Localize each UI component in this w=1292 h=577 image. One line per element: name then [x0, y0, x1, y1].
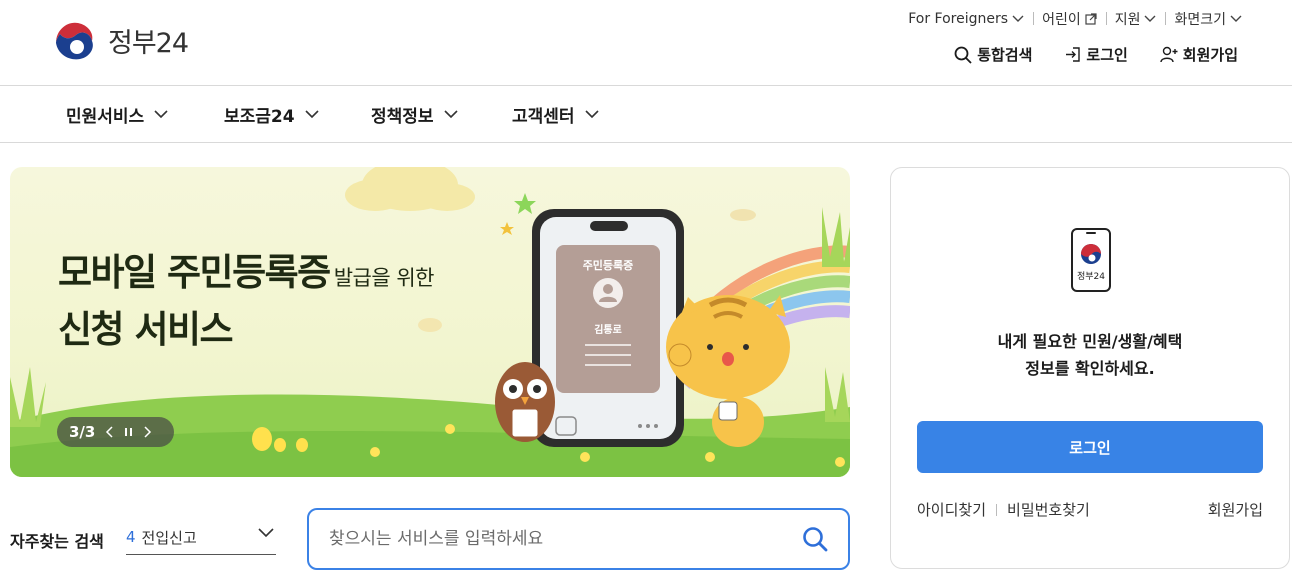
search-icon — [954, 46, 972, 64]
frequent-search-value: 전입신고 — [141, 528, 197, 547]
find-id-link[interactable]: 아이디찾기 — [917, 499, 986, 520]
frequent-search-rank: 4 — [126, 528, 136, 546]
taegeuk-logo-icon — [56, 22, 93, 60]
chevron-down-icon — [1012, 15, 1024, 22]
search-section: 자주찾는 검색 4 전입신고 — [10, 508, 850, 570]
login-link[interactable]: 로그인 — [1064, 44, 1128, 65]
banner-title-main: 모바일 주민등록증 — [58, 251, 331, 294]
card-title: 주민등록증 — [582, 259, 634, 272]
chevron-down-icon — [443, 110, 458, 119]
card-name: 김통로 — [594, 325, 622, 336]
banner-title-line2: 신청 서비스 — [58, 308, 234, 351]
header-actions: 통합검색 로그인 회원가입 — [954, 44, 1238, 65]
nav-item-civil-service[interactable]: 민원서비스 — [66, 102, 168, 127]
search-submit-button[interactable] — [802, 526, 828, 556]
login-button[interactable]: 로그인 — [917, 421, 1263, 473]
account-links: 아이디찾기 비밀번호찾기 회원가입 — [917, 499, 1263, 520]
user-plus-icon — [1160, 46, 1178, 63]
for-foreigners-menu[interactable]: For Foreigners — [899, 11, 1033, 27]
chevron-down-icon — [305, 110, 319, 119]
chevron-down-icon — [1230, 15, 1242, 22]
external-link-icon — [1085, 13, 1097, 25]
prev-slide-button[interactable] — [105, 426, 114, 438]
nav-item-policy-info[interactable]: 정책정보 — [371, 102, 458, 127]
pause-slide-button[interactable] — [124, 427, 133, 437]
gov24-logo[interactable]: 정부24 — [50, 17, 189, 63]
banner-pager: 3/3 — [57, 417, 174, 447]
support-menu[interactable]: 지원 — [1105, 9, 1166, 29]
signup-link[interactable]: 회원가입 — [1160, 44, 1238, 65]
chevron-down-icon — [584, 110, 599, 119]
panel-signup-link[interactable]: 회원가입 — [1208, 499, 1263, 520]
pause-icon — [125, 428, 133, 436]
chevron-left-icon — [106, 426, 113, 438]
search-icon — [803, 527, 828, 552]
promo-banner[interactable]: 주민등록증 김통로 모바일 주민등록증 발급을 위한 신청 서비스 3/3 — [10, 167, 850, 477]
main-nav: 민원서비스 보조금24 정책정보 고객센터 — [0, 86, 1292, 143]
font-size-menu[interactable]: 화면크기 — [1165, 9, 1242, 29]
find-password-link[interactable]: 비밀번호찾기 — [1007, 499, 1090, 520]
chevron-down-icon — [1144, 15, 1156, 22]
nav-item-customer-center[interactable]: 고객센터 — [512, 102, 599, 127]
nav-item-subsidy24[interactable]: 보조금24 — [224, 102, 319, 127]
chevron-down-icon — [258, 528, 274, 538]
banner-title-sub: 발급을 위한 — [333, 266, 435, 290]
site-header: 정부24 For Foreigners 어린이 지원 화면크기 통합검색 로그인 — [0, 0, 1292, 86]
chevron-right-icon — [144, 426, 152, 438]
logo-text: 정부24 — [108, 27, 189, 59]
divider — [996, 503, 998, 516]
pager-count: 3/3 — [69, 423, 96, 441]
integrated-search-button[interactable]: 통합검색 — [954, 44, 1032, 65]
next-slide-button[interactable] — [143, 426, 152, 438]
frequent-search-select[interactable]: 4 전입신고 — [126, 520, 276, 555]
banner-title: 모바일 주민등록증 발급을 위한 신청 서비스 — [58, 247, 434, 356]
service-search-box — [307, 508, 850, 570]
mobile-app-icon — [1071, 228, 1111, 292]
chevron-down-icon — [154, 110, 168, 119]
service-search-input[interactable] — [329, 529, 769, 549]
utility-menu: For Foreigners 어린이 지원 화면크기 — [899, 9, 1242, 29]
login-message: 내게 필요한 민원/생활/혜택 정보를 확인하세요. — [997, 332, 1183, 378]
login-panel: 정부24 내게 필요한 민원/생활/혜택 정보를 확인하세요. 로그인 아이디찾… — [890, 167, 1290, 569]
login-icon — [1066, 47, 1081, 62]
frequent-search-label: 자주찾는 검색 — [10, 532, 104, 551]
kids-link[interactable]: 어린이 — [1033, 9, 1106, 29]
app-label: 정부24 — [1076, 272, 1105, 282]
